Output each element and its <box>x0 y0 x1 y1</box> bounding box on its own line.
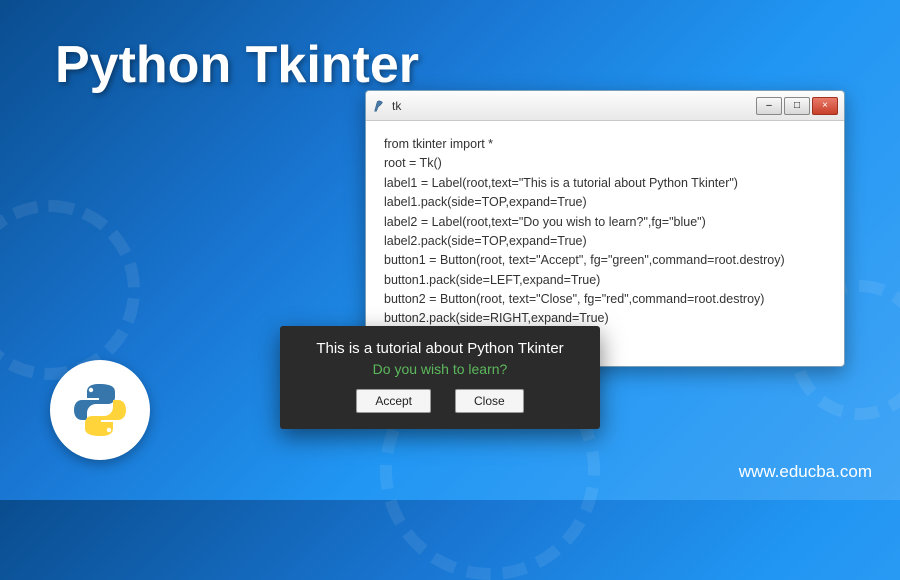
dialog-label-2: Do you wish to learn? <box>300 361 580 377</box>
maximize-button[interactable]: □ <box>784 97 810 115</box>
python-icon <box>68 378 132 442</box>
close-button[interactable]: Close <box>455 389 524 413</box>
accept-button[interactable]: Accept <box>356 389 431 413</box>
dialog-buttons: Accept Close <box>300 389 580 413</box>
python-logo <box>50 360 150 460</box>
site-url: www.educba.com <box>739 462 872 482</box>
tk-dialog: This is a tutorial about Python Tkinter … <box>280 326 600 429</box>
window-title: tk <box>392 99 756 113</box>
window-titlebar: tk – □ × <box>366 91 844 121</box>
dialog-label-1: This is a tutorial about Python Tkinter <box>300 340 580 357</box>
page-title: Python Tkinter <box>55 35 419 95</box>
tk-feather-icon <box>372 99 386 113</box>
window-controls: – □ × <box>756 97 838 115</box>
minimize-button[interactable]: – <box>756 97 782 115</box>
close-window-button[interactable]: × <box>812 97 838 115</box>
